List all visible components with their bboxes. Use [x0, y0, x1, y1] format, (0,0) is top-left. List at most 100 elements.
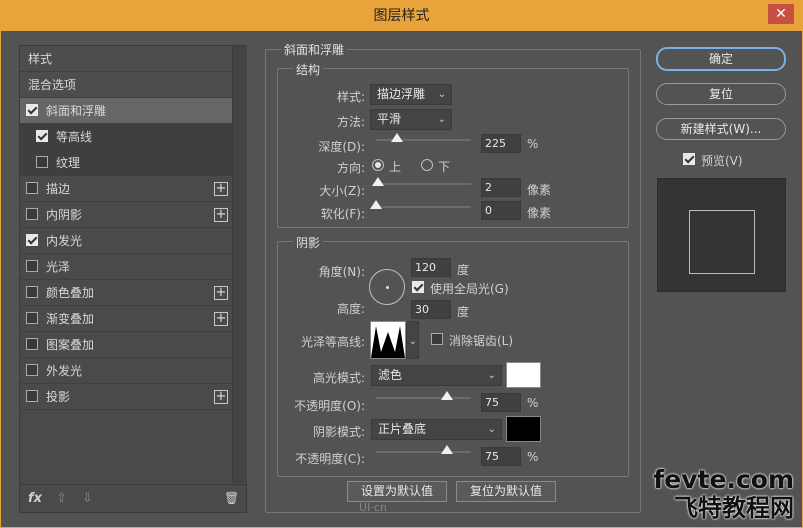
style-item-label: 图案叠加	[46, 338, 95, 352]
method-select[interactable]: 平滑 ⌄	[370, 109, 452, 130]
style-item-checkbox[interactable]	[26, 364, 38, 376]
shadow-mode-label: 阴影模式:	[312, 425, 365, 439]
direction-up-label: 上	[389, 160, 402, 174]
style-item[interactable]: 光泽	[20, 254, 232, 280]
global-light-checkbox[interactable]	[412, 281, 424, 293]
style-item-checkbox[interactable]	[36, 130, 48, 142]
preview-label: 预览(V)	[701, 154, 743, 168]
style-item[interactable]: 投影 +	[20, 384, 232, 410]
fx-icon[interactable]: fx	[28, 491, 42, 506]
move-up-icon[interactable]: ⇧	[56, 491, 67, 506]
add-icon[interactable]: +	[214, 390, 228, 404]
style-item-checkbox[interactable]	[36, 156, 48, 168]
style-item[interactable]: 斜面和浮雕	[20, 98, 232, 124]
styles-header[interactable]: 样式	[20, 46, 232, 72]
style-item-label: 纹理	[56, 156, 81, 170]
chevron-down-icon: ⌄	[408, 336, 417, 347]
style-item-checkbox[interactable]	[26, 286, 38, 298]
trash-icon[interactable]: 🗑	[224, 491, 239, 505]
style-item-checkbox[interactable]	[26, 312, 38, 324]
gloss-contour-dropdown[interactable]: ⌄	[406, 321, 419, 359]
highlight-mode-value: 滤色	[378, 368, 403, 382]
style-item-checkbox[interactable]	[26, 182, 38, 194]
style-item-checkbox[interactable]	[26, 390, 38, 402]
watermark-site: fevte.com	[653, 465, 794, 494]
highlight-opacity-thumb[interactable]	[441, 391, 454, 400]
highlight-opacity-unit: %	[527, 396, 539, 410]
soften-slider-thumb[interactable]	[370, 200, 382, 209]
size-input[interactable]: 2	[481, 178, 521, 197]
style-item[interactable]: 内发光	[20, 228, 232, 254]
soften-unit: 像素	[527, 206, 552, 220]
style-item-checkbox[interactable]	[26, 338, 38, 350]
highlight-opacity-input[interactable]: 75	[481, 393, 521, 412]
soften-label: 软化(F):	[320, 207, 365, 221]
gloss-contour-picker[interactable]	[370, 321, 406, 359]
style-item-checkbox[interactable]	[26, 208, 38, 220]
bevel-emboss-title: 斜面和浮雕	[281, 41, 348, 58]
style-item-checkbox[interactable]	[26, 104, 38, 116]
depth-slider[interactable]	[376, 133, 471, 142]
shadow-opacity-thumb[interactable]	[441, 445, 454, 454]
depth-slider-thumb[interactable]	[391, 133, 404, 142]
antialias-checkbox[interactable]	[431, 333, 443, 345]
close-button[interactable]: ✕	[768, 4, 794, 24]
style-item-label: 渐变叠加	[46, 312, 95, 326]
shading-title: 阴影	[293, 234, 324, 251]
style-item-label: 光泽	[46, 260, 71, 274]
style-select[interactable]: 描边浮雕 ⌄	[370, 84, 452, 105]
reset-default-button[interactable]: 复位为默认值	[456, 481, 556, 502]
set-default-button[interactable]: 设置为默认值	[347, 481, 447, 502]
list-scrollbar[interactable]	[232, 46, 247, 483]
direction-label: 方向:	[336, 161, 365, 175]
angle-input[interactable]: 120	[411, 258, 451, 277]
style-item[interactable]: 内阴影 +	[20, 202, 232, 228]
shadow-mode-select[interactable]: 正片叠底 ⌄	[371, 419, 502, 440]
style-item[interactable]: 描边 +	[20, 176, 232, 202]
uicn-watermark: UI·cn	[359, 501, 387, 514]
highlight-color-swatch[interactable]	[506, 362, 541, 388]
method-value: 平滑	[377, 112, 402, 126]
preview-checkbox[interactable]	[683, 153, 695, 165]
size-slider-thumb[interactable]	[371, 177, 384, 186]
add-icon[interactable]: +	[214, 182, 228, 196]
reset-button[interactable]: 复位	[656, 83, 786, 105]
add-icon[interactable]: +	[214, 286, 228, 300]
size-slider[interactable]	[371, 177, 471, 186]
direction-down-radio[interactable]	[421, 159, 433, 171]
shadow-color-swatch[interactable]	[506, 416, 541, 442]
add-icon[interactable]: +	[214, 312, 228, 326]
size-unit: 像素	[527, 183, 552, 197]
style-item-checkbox[interactable]	[26, 260, 38, 272]
soften-slider[interactable]	[370, 200, 471, 209]
direction-up-radio[interactable]	[372, 159, 384, 171]
angle-dial[interactable]	[369, 269, 405, 305]
style-item[interactable]: 等高线	[20, 124, 232, 150]
soften-input[interactable]: 0	[481, 201, 521, 220]
highlight-mode-select[interactable]: 滤色 ⌄	[371, 365, 502, 386]
angle-label: 角度(N):	[318, 265, 365, 279]
style-item-checkbox[interactable]	[26, 234, 38, 246]
styles-list-panel: 样式 混合选项 斜面和浮雕等高线纹理描边 + 内阴影 + 内发光光泽颜色叠加 + 渐变叠加 +…	[19, 45, 247, 513]
blending-options-item[interactable]: 混合选项	[20, 72, 232, 98]
method-label: 方法:	[336, 115, 365, 129]
style-item[interactable]: 颜色叠加 +	[20, 280, 232, 306]
ok-button[interactable]: 确定	[656, 47, 786, 71]
move-down-icon[interactable]: ⇩	[82, 491, 93, 506]
depth-input[interactable]: 225	[481, 134, 521, 153]
add-icon[interactable]: +	[214, 208, 228, 222]
style-item[interactable]: 外发光	[20, 358, 232, 384]
highlight-opacity-slider[interactable]	[376, 391, 471, 400]
global-light-label: 使用全局光(G)	[430, 282, 509, 296]
altitude-unit: 度	[457, 305, 470, 319]
new-style-button[interactable]: 新建样式(W)...	[656, 118, 786, 140]
shadow-opacity-slider[interactable]	[376, 445, 471, 454]
style-item-label: 等高线	[56, 130, 93, 144]
shadow-opacity-input[interactable]: 75	[481, 447, 521, 466]
altitude-input[interactable]: 30	[411, 300, 451, 319]
style-item[interactable]: 图案叠加	[20, 332, 232, 358]
style-item[interactable]: 纹理	[20, 150, 232, 176]
styles-footer: fx ⇧ ⇩ 🗑	[20, 484, 246, 512]
style-item[interactable]: 渐变叠加 +	[20, 306, 232, 332]
watermark-name: 飞特教程网	[674, 494, 794, 522]
